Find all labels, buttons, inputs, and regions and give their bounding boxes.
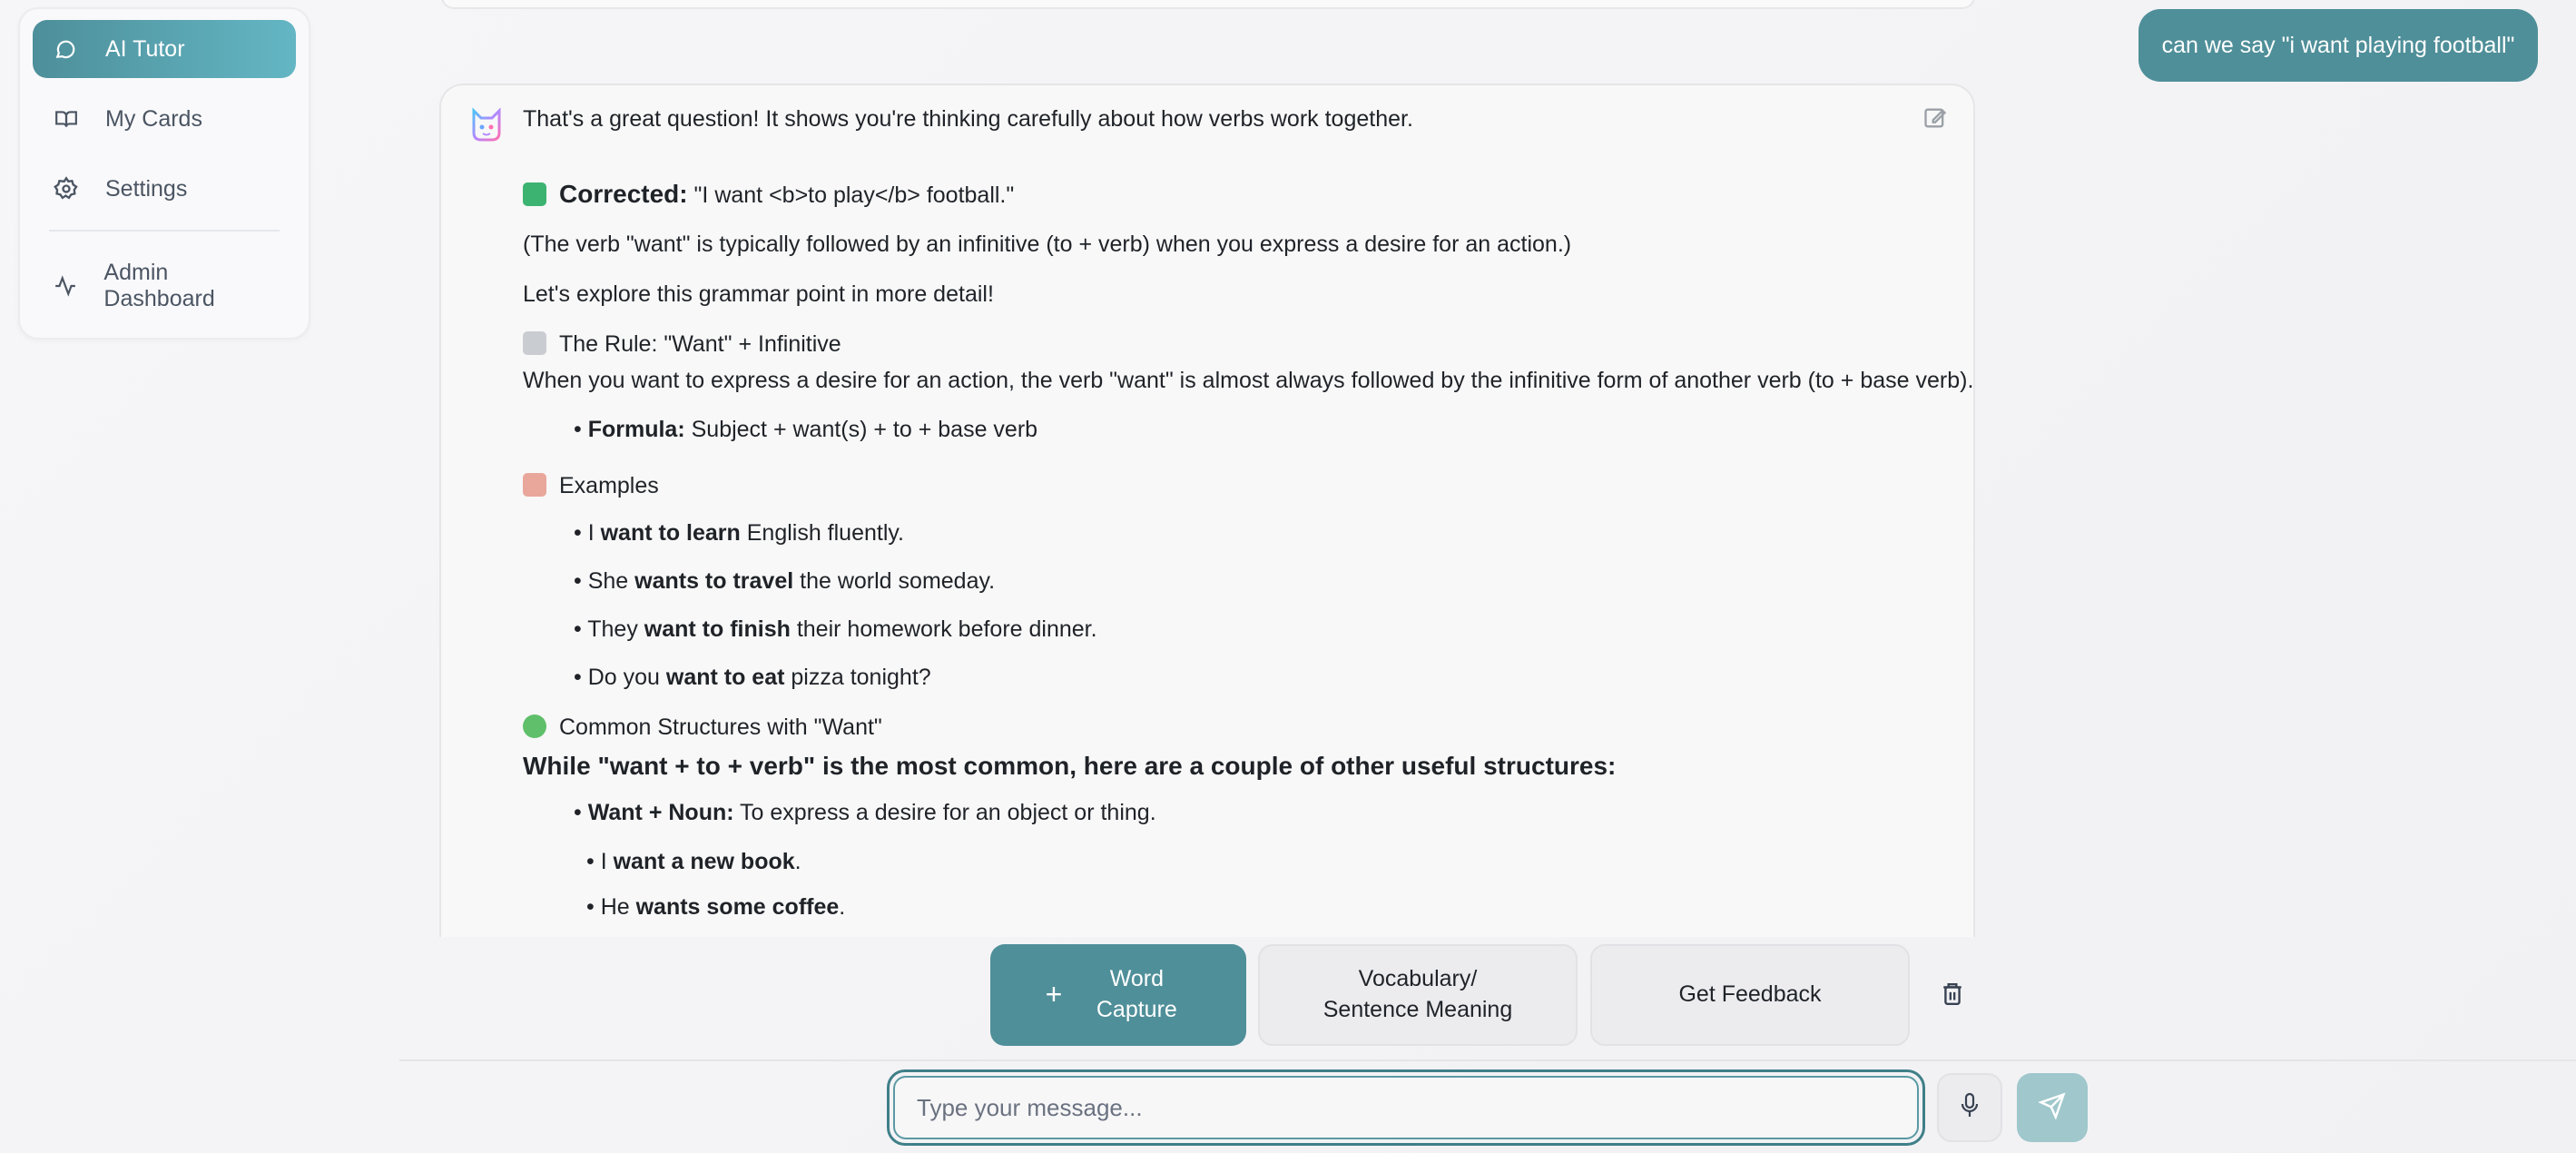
structures-intro: While "want + to + verb" is the most com… — [523, 752, 1617, 780]
chat-bubble-icon — [53, 35, 80, 63]
send-button[interactable] — [2017, 1073, 2088, 1142]
list-item: • She wants to travel the world someday. — [574, 568, 996, 594]
word-capture-button[interactable]: + Word Capture — [990, 944, 1246, 1046]
send-icon — [2038, 1091, 2066, 1124]
formula-label: Formula: — [587, 417, 685, 442]
sidebar-item-my-cards[interactable]: My Cards — [33, 90, 296, 148]
sidebar-item-label: Admin Dashboard — [103, 260, 215, 311]
formula-item: • Formula: Subject + want(s) + to + base… — [574, 417, 1038, 442]
bot-avatar-icon — [467, 105, 506, 145]
corrected-line: Corrected: "I want <b>to play</b> footba… — [523, 178, 1014, 210]
word-capture-label: Word Capture — [1096, 966, 1177, 1022]
sidebar-divider — [49, 230, 280, 232]
corrected-text: "I want <b>to play</b> football." — [693, 182, 1015, 208]
list-item: • They want to finish their homework bef… — [574, 616, 1097, 642]
get-feedback-label: Get Feedback — [1678, 981, 1822, 1008]
microphone-icon — [1959, 1092, 1981, 1124]
examples-heading: Examples — [523, 472, 659, 500]
check-mark-icon — [523, 182, 546, 206]
list-item: • I want to learn English fluently. — [574, 520, 904, 546]
sidebar-item-label: AI Tutor — [105, 35, 185, 62]
activity-icon — [53, 272, 78, 300]
message-input[interactable] — [895, 1078, 1917, 1138]
quick-actions: + Word Capture Vocabulary/ Sentence Mean… — [0, 944, 2576, 1046]
answer-intro: That's a great question! It shows you're… — [523, 106, 1413, 132]
sidebar-item-ai-tutor[interactable]: AI Tutor — [33, 20, 296, 78]
list-item: • He wants some coffee. — [586, 894, 846, 920]
rule-text: When you want to express a desire for an… — [523, 368, 1974, 393]
vocabulary-meaning-button[interactable]: Vocabulary/ Sentence Meaning — [1258, 944, 1578, 1046]
list-item: • Do you want to eat pizza tonight? — [574, 665, 931, 690]
memo-icon — [523, 473, 546, 497]
trash-icon[interactable] — [1941, 981, 1968, 1010]
explanation-text: (The verb "want" is typically followed b… — [523, 232, 1572, 257]
edit-note-icon[interactable] — [1922, 105, 1950, 133]
sidebar-item-admin-dashboard[interactable]: Admin Dashboard — [33, 257, 296, 315]
vocabulary-meaning-label: Vocabulary/ Sentence Meaning — [1322, 966, 1513, 1022]
get-feedback-button[interactable]: Get Feedback — [1590, 944, 1910, 1046]
assistant-message-card: That's a great question! It shows you're… — [439, 84, 1975, 937]
plus-icon: + — [1045, 978, 1063, 1011]
noun-structure-item: • Want + Noun: To express a desire for a… — [574, 800, 1156, 825]
composer-divider — [399, 1059, 2576, 1061]
globe-icon — [523, 714, 546, 738]
microphone-button[interactable] — [1937, 1073, 2002, 1142]
sidebar-item-label: My Cards — [105, 105, 202, 132]
message-input-frame — [887, 1069, 1925, 1146]
structures-heading: Common Structures with "Want" — [523, 714, 882, 742]
message-input-box — [893, 1076, 1919, 1139]
rule-heading: The Rule: "Want" + Infinitive — [523, 330, 841, 359]
formula-text: Subject + want(s) + to + base verb — [691, 417, 1038, 442]
gear-icon — [53, 175, 80, 202]
sidebar-item-settings[interactable]: Settings — [33, 160, 296, 218]
ruler-icon — [523, 331, 546, 355]
previous-message-card — [441, 0, 1975, 9]
user-message-text: can we say "i want playing football" — [2161, 32, 2515, 58]
explore-text: Let's explore this grammar point in more… — [523, 281, 994, 307]
book-icon — [53, 105, 80, 133]
list-item: • I want a new book. — [586, 849, 801, 874]
user-message-bubble: can we say "i want playing football" — [2138, 9, 2538, 82]
sidebar-item-label: Settings — [105, 175, 188, 202]
sidebar: AI Tutor My Cards Settings Admin Dashboa… — [18, 7, 310, 340]
corrected-label: Corrected: — [559, 180, 688, 208]
